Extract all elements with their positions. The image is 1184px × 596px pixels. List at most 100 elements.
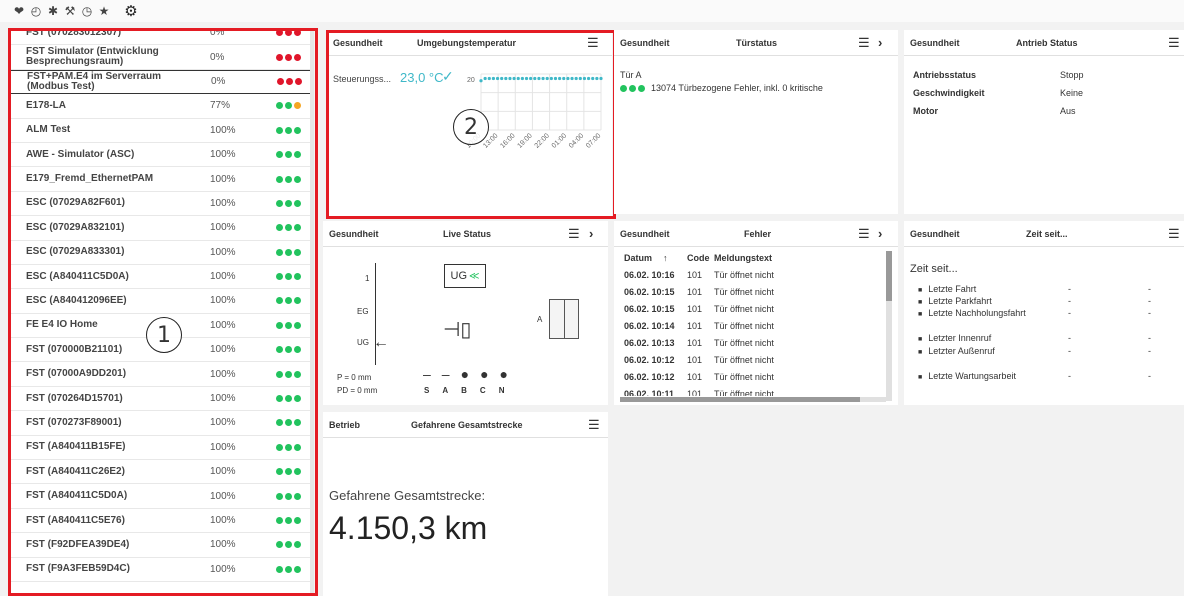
star-icon[interactable]: ★	[97, 4, 111, 18]
device-row[interactable]: E178-LA 77%	[8, 94, 314, 119]
status-dot	[294, 419, 301, 427]
menu-icon[interactable]: ☰	[588, 417, 600, 433]
device-percent: 100%	[210, 149, 236, 161]
device-row[interactable]: FST+PAM.E4 im Serverraum (Modbus Test) 0…	[8, 69, 314, 95]
status-dot	[286, 78, 293, 86]
device-name: E178-LA	[26, 99, 67, 111]
device-row[interactable]: FST (F92DFEA39DE4) 100%	[8, 533, 314, 558]
status-dot	[294, 30, 301, 37]
since-row: Letzte Parkfahrt - -	[918, 296, 1178, 306]
fault-row[interactable]: 06.02. 10:15 101 Tür öffnet nicht	[624, 283, 886, 300]
status-dot	[276, 126, 283, 134]
fault-row[interactable]: 06.02. 10:16 101 Tür öffnet nicht	[624, 266, 886, 283]
menu-icon[interactable]: ☰	[1168, 35, 1180, 51]
annotation-2: 2	[453, 109, 489, 145]
person-icon[interactable]: ✱	[46, 4, 60, 18]
device-row[interactable]: FST Simulator (Entwicklung Besprechungsr…	[8, 45, 314, 70]
list-scrollbar[interactable]	[310, 30, 314, 596]
device-row[interactable]: FST (070264D15701) 100%	[8, 387, 314, 412]
device-row[interactable]: ESC (07029A833301) 100%	[8, 241, 314, 265]
gear-icon[interactable]: ⚙	[124, 3, 138, 20]
chevron-right-icon[interactable]: ›	[878, 226, 882, 241]
status-dot	[285, 102, 292, 110]
col-code[interactable]: Code	[687, 253, 714, 263]
since-label: Letzter Außenruf	[918, 346, 1068, 356]
device-name: ESC (07029A833301)	[26, 246, 125, 258]
device-row[interactable]: FST (070283012307) 0%	[8, 30, 314, 46]
device-row[interactable]: FST (A840411C26E2) 100%	[8, 460, 314, 485]
device-row[interactable]: FST (A840411B15FE) 100%	[8, 436, 314, 461]
menu-icon[interactable]: ☰	[587, 35, 599, 51]
device-row[interactable]: ESC (07029A832101) 100%	[8, 216, 314, 241]
col-meldungstext[interactable]: Meldungstext	[714, 253, 772, 263]
clock-icon[interactable]: ◴	[29, 4, 43, 18]
device-name: FST (A840411C5E76)	[26, 514, 125, 526]
motor-icon: ⊣▯	[443, 319, 472, 341]
since-value-a: -	[1068, 333, 1071, 343]
chevron-right-icon[interactable]: ›	[878, 35, 882, 50]
device-row[interactable]: AWE - Simulator (ASC) 100%	[8, 143, 314, 168]
faults-scrollbar[interactable]	[886, 251, 892, 401]
device-percent: 100%	[210, 393, 236, 405]
since-value-b: -	[1148, 284, 1151, 294]
device-row[interactable]: FST (070273F89001) 100%	[8, 411, 314, 436]
device-row[interactable]: ESC (A840412096EE) 100%	[8, 289, 314, 314]
status-dot	[294, 151, 301, 159]
device-row[interactable]: FST (A840411C5E76) 100%	[8, 509, 314, 534]
signal-marks: – – ● ● ●	[423, 366, 508, 382]
y-tick-label: 20	[467, 77, 475, 84]
since-value-b: -	[1148, 308, 1151, 318]
menu-icon[interactable]: ☰	[568, 226, 580, 242]
fault-row[interactable]: 06.02. 10:15 101 Tür öffnet nicht	[624, 300, 886, 317]
faults-hscrollbar[interactable]	[620, 397, 886, 402]
alarm-icon[interactable]: ◷	[80, 4, 94, 18]
fault-row[interactable]: 06.02. 10:12 101 Tür öffnet nicht	[624, 351, 886, 368]
col-datum[interactable]: Datum	[624, 253, 663, 263]
status-dot	[294, 273, 301, 281]
heart-icon[interactable]: ❤	[12, 4, 26, 18]
device-row[interactable]: FST (A840411C5D0A) 100%	[8, 484, 314, 509]
fault-text: Tür öffnet nicht	[714, 388, 774, 397]
device-percent: 100%	[210, 539, 236, 551]
fault-row[interactable]: 06.02. 10:14 101 Tür öffnet nicht	[624, 317, 886, 334]
since-row: Letzte Nachholungsfahrt - -	[918, 308, 1178, 318]
status-dot	[276, 492, 283, 500]
fault-row[interactable]: 06.02. 10:12 101 Tür öffnet nicht	[624, 368, 886, 385]
chevron-right-icon[interactable]: ›	[589, 226, 593, 241]
wrench-icon[interactable]: ⚒	[63, 4, 77, 18]
signal-letter: B	[461, 386, 467, 395]
widget-category: Betrieb	[329, 419, 361, 430]
status-dots	[276, 492, 301, 500]
since-value-a: -	[1068, 284, 1071, 294]
status-dot	[276, 30, 283, 37]
floor-label-1: 1	[365, 274, 370, 283]
menu-icon[interactable]: ☰	[858, 226, 870, 242]
status-dot	[285, 492, 292, 500]
fault-date: 06.02. 10:12	[624, 371, 675, 382]
device-name: E179_Fremd_EthernetPAM	[26, 173, 154, 185]
status-dots	[276, 565, 301, 573]
status-dot	[276, 273, 283, 281]
device-row[interactable]: E179_Fremd_EthernetPAM 100%	[8, 167, 314, 192]
chart-point	[599, 76, 603, 81]
fault-text: Tür öffnet nicht	[714, 286, 774, 297]
car-arrow-icon: ←	[373, 334, 389, 351]
device-percent: 100%	[210, 197, 236, 209]
device-row[interactable]: ESC (07029A82F601) 100%	[8, 192, 314, 217]
device-row[interactable]: ESC (A840411C5D0A) 100%	[8, 265, 314, 290]
device-rows: FST (070283012307) 0% FST Simulator (Ent…	[8, 30, 314, 582]
fault-row[interactable]: 06.02. 10:13 101 Tür öffnet nicht	[624, 334, 886, 351]
device-row[interactable]: FST (F9A3FEB59D4C) 100%	[8, 558, 314, 582]
menu-icon[interactable]: ☰	[858, 35, 870, 51]
fault-code: 101	[687, 371, 703, 382]
door-letter: A	[537, 315, 543, 324]
device-percent: 100%	[210, 173, 236, 185]
sort-icon[interactable]: ↑	[663, 253, 687, 263]
device-row[interactable]: FST (07000A9DD201) 100%	[8, 362, 314, 387]
fault-code: 101	[687, 320, 703, 331]
fault-row[interactable]: 06.02. 10:11 101 Tür öffnet nicht	[624, 385, 886, 397]
chart-point	[537, 76, 541, 81]
faults-header-row: Datum ↑ Code Meldungstext	[624, 249, 886, 266]
device-row[interactable]: ALM Test 100%	[8, 119, 314, 143]
menu-icon[interactable]: ☰	[1168, 226, 1180, 242]
